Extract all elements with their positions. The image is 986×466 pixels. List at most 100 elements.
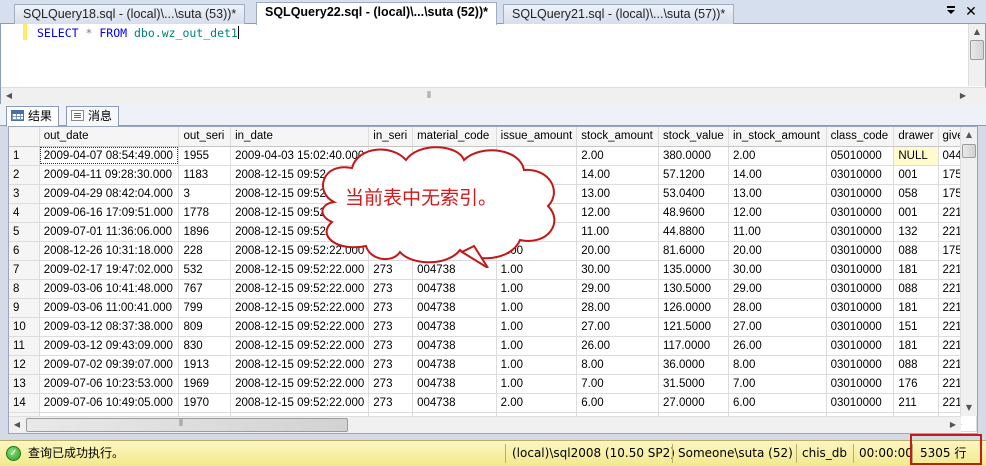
cell-drawer[interactable]: 151 xyxy=(893,317,939,337)
cell-out-seri[interactable]: 809 xyxy=(178,317,232,337)
cell-out-date[interactable]: 2009-04-07 08:54:49.000 xyxy=(39,146,180,166)
cell-stock-value[interactable]: 135.0000 xyxy=(658,260,729,280)
column-header-out-date[interactable]: out_date xyxy=(39,127,180,147)
cell-stock-value[interactable]: 126.0000 xyxy=(658,298,729,318)
cell-stock-amount[interactable]: 29.00 xyxy=(576,279,660,299)
row-number[interactable]: 13 xyxy=(9,374,40,394)
cell-in-date[interactable]: 2008-12-15 09:52:22.000 xyxy=(230,317,370,337)
cell-stock-amount[interactable]: 11.00 xyxy=(576,222,660,242)
cell-in-stock-amount[interactable]: 6.00 xyxy=(728,393,827,413)
cell-in-date[interactable]: 2008-12-15 09:52:22.000 xyxy=(230,298,370,318)
cell-drawer[interactable]: 181 xyxy=(893,336,939,356)
tab-sqlquery22[interactable]: SQLQuery22.sql - (local)\...\suta (52))* xyxy=(256,2,497,25)
cell-stock-amount[interactable]: 12.00 xyxy=(576,203,660,223)
cell-stock-amount[interactable]: 6.00 xyxy=(576,393,660,413)
cell-out-seri[interactable]: 3 xyxy=(178,184,232,204)
cell-drawer[interactable]: 176 xyxy=(893,374,939,394)
cell-material-code[interactable]: 004738 xyxy=(412,298,497,318)
cell-stock-amount[interactable]: 13.00 xyxy=(576,184,660,204)
cell-issue-amount[interactable]: 1.00 xyxy=(496,279,578,299)
cell-in-date[interactable]: 2008-12-15 09:52:22.000 xyxy=(230,374,370,394)
cell-out-seri[interactable]: 1955 xyxy=(178,146,232,166)
cell-stock-value[interactable]: 57.1200 xyxy=(658,165,729,185)
cell-out-date[interactable]: 2009-04-11 09:28:30.000 xyxy=(39,165,180,185)
cell-stock-amount[interactable]: 2.00 xyxy=(576,146,660,166)
scroll-thumb[interactable] xyxy=(970,40,984,60)
cell-in-seri[interactable]: 273 xyxy=(368,355,414,375)
cell-class-code[interactable]: 03010000 xyxy=(826,184,895,204)
cell-out-seri[interactable]: 1183 xyxy=(178,165,232,185)
row-number[interactable]: 11 xyxy=(9,336,40,356)
column-header-out-seri[interactable]: out_seri xyxy=(178,127,232,147)
cell-issue-amount[interactable]: 1.00 xyxy=(496,298,578,318)
cell-class-code[interactable]: 03010000 xyxy=(826,260,895,280)
corner-header[interactable] xyxy=(9,127,40,147)
tab-messages[interactable]: 消息 xyxy=(66,106,120,126)
scroll-right-icon[interactable]: ▶ xyxy=(945,417,961,433)
cell-stock-value[interactable]: 27.0000 xyxy=(658,393,729,413)
table-row[interactable]: 11 2009-03-12 09:43:09.000 830 2008-12-15 0… xyxy=(9,336,977,356)
cell-drawer[interactable]: NULL xyxy=(893,146,939,166)
cell-material-code[interactable]: 004738 xyxy=(412,279,497,299)
table-row[interactable]: 13 2009-07-06 10:23:53.000 1969 2008-12-15 … xyxy=(9,374,977,394)
scroll-thumb[interactable] xyxy=(962,144,976,158)
cell-stock-amount[interactable]: 20.00 xyxy=(576,241,660,261)
row-number[interactable]: 8 xyxy=(9,279,40,299)
tab-sqlquery21[interactable]: SQLQuery21.sql - (local)\...\suta (57))* xyxy=(503,4,735,24)
cell-in-seri[interactable]: 273 xyxy=(368,279,414,299)
cell-drawer[interactable]: 181 xyxy=(893,298,939,318)
cell-out-date[interactable]: 2009-07-02 09:39:07.000 xyxy=(39,355,180,375)
row-number[interactable]: 2 xyxy=(9,165,40,185)
scroll-thumb[interactable] xyxy=(26,418,348,432)
table-row[interactable]: 12 2009-07-02 09:39:07.000 1913 2008-12-15 … xyxy=(9,355,977,375)
row-number[interactable]: 10 xyxy=(9,317,40,337)
cell-drawer[interactable]: 088 xyxy=(893,279,939,299)
cell-out-date[interactable]: 2009-07-01 11:36:06.000 xyxy=(39,222,180,242)
table-row[interactable]: 8 2009-03-06 10:41:48.000 767 2008-12-15 09… xyxy=(9,279,977,299)
cell-drawer[interactable]: 181 xyxy=(893,260,939,280)
cell-stock-amount[interactable]: 27.00 xyxy=(576,317,660,337)
scroll-right-icon[interactable]: ▶ xyxy=(955,88,971,104)
cell-out-seri[interactable]: 1969 xyxy=(178,374,232,394)
column-header-stock-amount[interactable]: stock_amount xyxy=(576,127,660,147)
scroll-up-icon[interactable]: ▲ xyxy=(969,24,985,40)
cell-out-seri[interactable]: 799 xyxy=(178,298,232,318)
cell-out-date[interactable]: 2009-03-12 09:43:09.000 xyxy=(39,336,180,356)
cell-out-date[interactable]: 2009-03-12 08:37:38.000 xyxy=(39,317,180,337)
sql-code-line[interactable]: SELECT * FROM dbo.wz_out_det1 xyxy=(37,26,239,40)
cell-class-code[interactable]: 05010000 xyxy=(826,146,895,166)
cell-issue-amount[interactable]: 2.00 xyxy=(496,393,578,413)
cell-class-code[interactable]: 03010000 xyxy=(826,374,895,394)
cell-class-code[interactable]: 03010000 xyxy=(826,241,895,261)
cell-class-code[interactable]: 03010000 xyxy=(826,203,895,223)
cell-material-code[interactable]: 004738 xyxy=(412,317,497,337)
cell-in-date[interactable]: 2008-12-15 09:52:22.000 xyxy=(230,279,370,299)
cell-class-code[interactable]: 03010000 xyxy=(826,298,895,318)
cell-in-seri[interactable]: 273 xyxy=(368,374,414,394)
cell-stock-amount[interactable]: 30.00 xyxy=(576,260,660,280)
cell-stock-value[interactable]: 130.5000 xyxy=(658,279,729,299)
row-number[interactable]: 4 xyxy=(9,203,40,223)
tab-results[interactable]: 结果 xyxy=(6,106,60,127)
cell-in-stock-amount[interactable]: 13.00 xyxy=(728,184,827,204)
cell-in-seri[interactable]: 273 xyxy=(368,298,414,318)
cell-class-code[interactable]: 03010000 xyxy=(826,279,895,299)
row-number[interactable]: 3 xyxy=(9,184,40,204)
row-number[interactable]: 7 xyxy=(9,260,40,280)
cell-out-date[interactable]: 2009-06-16 17:09:51.000 xyxy=(39,203,180,223)
cell-stock-value[interactable]: 117.0000 xyxy=(658,336,729,356)
cell-stock-value[interactable]: 53.0400 xyxy=(658,184,729,204)
cell-stock-amount[interactable]: 28.00 xyxy=(576,298,660,318)
editor-vertical-scrollbar[interactable]: ▲ xyxy=(968,24,985,86)
cell-class-code[interactable]: 03010000 xyxy=(826,317,895,337)
grid-horizontal-scrollbar[interactable]: ◀ ⦀ ▶ xyxy=(9,416,961,433)
cell-class-code[interactable]: 03010000 xyxy=(826,165,895,185)
cell-out-seri[interactable]: 1913 xyxy=(178,355,232,375)
cell-issue-amount[interactable]: 1.00 xyxy=(496,374,578,394)
cell-class-code[interactable]: 03010000 xyxy=(826,355,895,375)
cell-stock-amount[interactable]: 8.00 xyxy=(576,355,660,375)
cell-material-code[interactable]: 004738 xyxy=(412,355,497,375)
cell-out-date[interactable]: 2009-07-06 10:23:53.000 xyxy=(39,374,180,394)
query-editor[interactable]: SELECT * FROM dbo.wz_out_det1 ▲ ◀ ⦀ ▶ xyxy=(0,24,986,104)
row-number[interactable]: 1 xyxy=(9,146,40,166)
